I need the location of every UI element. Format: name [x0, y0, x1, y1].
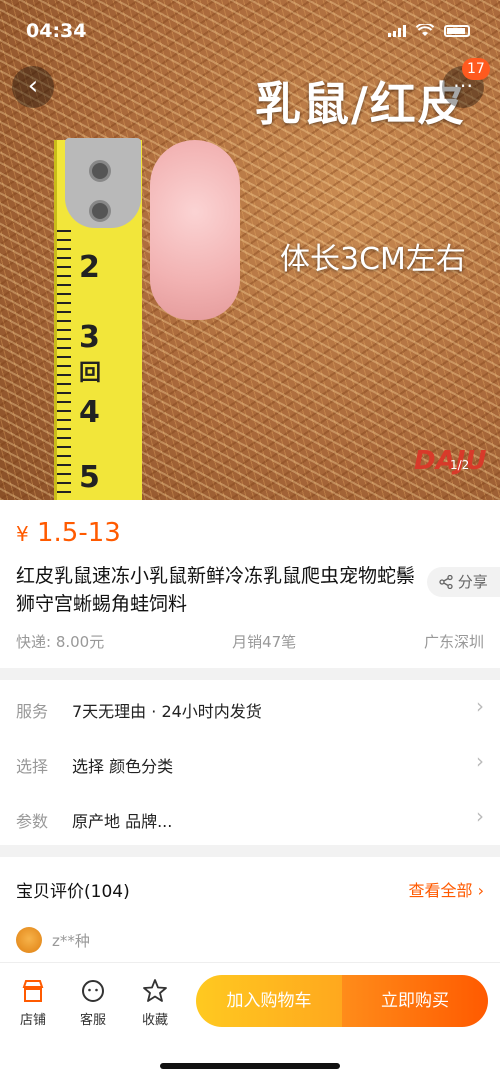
select-row[interactable]: 选择 选择 颜色分类 ›: [0, 735, 500, 790]
home-indicator[interactable]: [160, 1063, 340, 1069]
chevron-right-icon: ›: [476, 694, 484, 718]
image-pager: 1/2: [450, 458, 470, 472]
customer-service-button[interactable]: 客服: [68, 977, 118, 1028]
status-icons: [388, 24, 470, 37]
notification-badge: 17: [462, 58, 490, 80]
screw: [89, 160, 111, 182]
view-all-reviews-link[interactable]: 查看全部 ›: [408, 877, 484, 901]
image-overlay-title: 乳鼠/红皮: [255, 77, 466, 131]
ruler-number: 4: [79, 395, 100, 430]
shop-label: 店铺: [19, 1013, 46, 1028]
pinkie-mouse-image: [150, 140, 240, 320]
battery-icon: [444, 25, 470, 37]
product-info: ¥ 1.5-13 红皮乳鼠速冻小乳鼠新鲜冷冻乳鼠爬虫宠物蛇鬃狮守宫蜥蜴角蛙饲料 …: [0, 500, 500, 668]
ruler-number: 2: [79, 250, 100, 285]
shipping-fee: 快递: 8.00元: [16, 633, 105, 651]
bottom-action-bar: 店铺 客服 收藏 加入购物车 立即购买: [0, 962, 500, 1044]
shop-button[interactable]: 店铺: [8, 977, 58, 1028]
product-title: 红皮乳鼠速冻小乳鼠新鲜冷冻乳鼠爬虫宠物蛇鬃狮守宫蜥蜴角蛙饲料: [16, 565, 416, 615]
star-icon: [143, 979, 167, 1002]
screw: [89, 200, 111, 222]
share-icon: [439, 574, 453, 590]
status-bar: 04:34: [0, 0, 500, 60]
share-label: 分享: [457, 573, 488, 591]
reviews-header: 宝贝评价(104): [16, 882, 130, 902]
row-value: 原产地 品牌...: [72, 812, 173, 831]
buy-now-button[interactable]: 立即购买: [342, 975, 488, 1027]
row-value: 选择 颜色分类: [72, 757, 174, 776]
image-overlay-subtitle: 体长3CM左右: [280, 242, 466, 277]
favorite-label: 收藏: [141, 1013, 168, 1028]
favorite-button[interactable]: 收藏: [130, 977, 180, 1028]
service-row[interactable]: 服务 7天无理由 · 24小时内发货 ›: [0, 680, 500, 735]
product-image[interactable]: 2 3 回 4 5 乳鼠/红皮 体长3CM左右 DAJU 1/2 04:34 ‹…: [0, 0, 500, 500]
row-value: 7天无理由 · 24小时内发货: [72, 702, 262, 721]
back-button[interactable]: ‹: [12, 66, 54, 108]
signal-icon: [388, 25, 406, 37]
customer-service-icon: [82, 980, 104, 1002]
chevron-right-icon: ›: [476, 804, 484, 828]
chevron-left-icon: ‹: [27, 71, 39, 101]
ruler-label: 回: [79, 361, 102, 386]
params-row[interactable]: 参数 原产地 品牌... ›: [0, 790, 500, 845]
ruler-number: 3: [79, 320, 100, 355]
row-label: 选择: [16, 757, 49, 776]
price: ¥ 1.5-13: [16, 518, 121, 548]
monthly-sales: 月销47笔: [232, 633, 297, 651]
price-range: 1.5-13: [37, 518, 121, 548]
avatar: [16, 927, 42, 953]
ruler-ticks: [57, 230, 71, 500]
row-label: 服务: [16, 702, 49, 721]
wifi-icon: [416, 24, 434, 36]
product-meta: 快递: 8.00元 月销47笔 广东深圳: [16, 631, 484, 652]
reviewer-name: z**种: [52, 931, 90, 950]
share-button[interactable]: 分享: [427, 567, 500, 597]
ruler-number: 5: [79, 460, 100, 495]
tape-measure: 2 3 回 4 5: [54, 138, 142, 500]
chevron-right-icon: ›: [477, 881, 484, 900]
status-time: 04:34: [26, 20, 87, 42]
service-label: 客服: [79, 1013, 106, 1028]
ship-location: 广东深圳: [423, 633, 484, 651]
chevron-right-icon: ›: [476, 749, 484, 773]
view-all-label: 查看全部: [408, 881, 473, 900]
currency-symbol: ¥: [16, 522, 29, 546]
review-item[interactable]: z**种: [16, 927, 90, 953]
row-label: 参数: [16, 812, 49, 831]
service-section: 服务 7天无理由 · 24小时内发货 › 选择 选择 颜色分类 › 参数 原产地…: [0, 680, 500, 845]
add-to-cart-button[interactable]: 加入购物车: [196, 975, 342, 1027]
shop-icon: [22, 980, 44, 1002]
